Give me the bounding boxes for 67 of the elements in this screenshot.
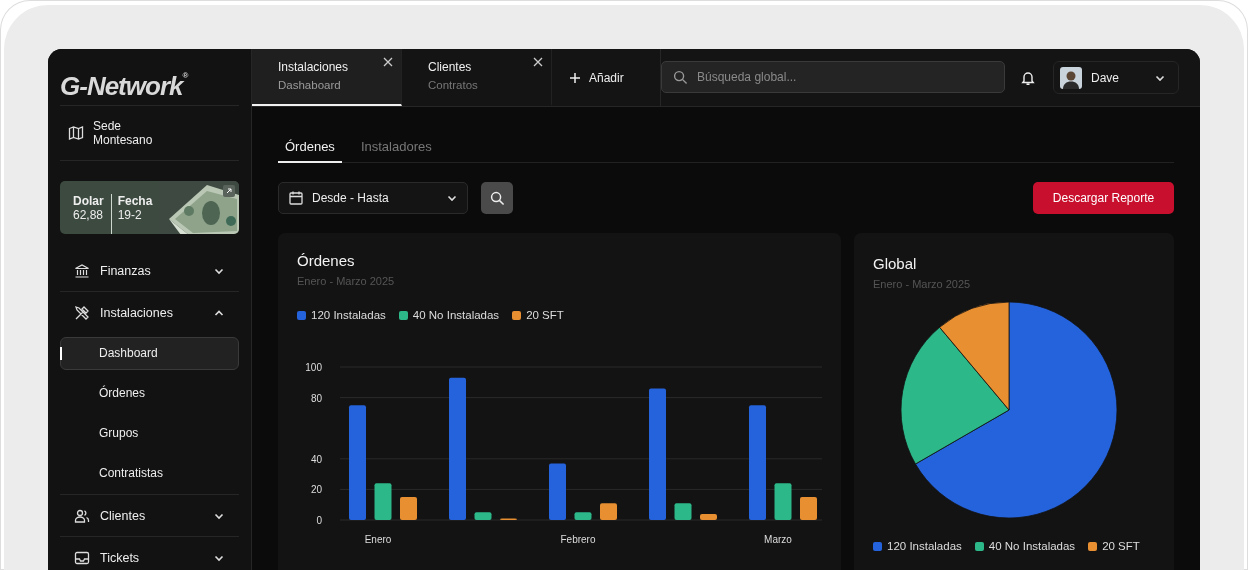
search-field[interactable]: Búsqueda global... bbox=[661, 61, 1005, 93]
axis-tick-label: Febrero bbox=[560, 534, 596, 545]
bar bbox=[474, 512, 492, 520]
logo: G-Network$^{®}$ bbox=[60, 71, 189, 103]
map-icon bbox=[68, 125, 84, 141]
card-subtitle: Enero - Marzo 2025 bbox=[297, 275, 396, 287]
nav-item[interactable]: Finanzas bbox=[60, 250, 239, 291]
nav-item[interactable]: Clientes bbox=[60, 495, 239, 536]
tools-icon bbox=[74, 304, 90, 321]
card-title: Órdenes bbox=[297, 252, 356, 269]
users-icon bbox=[74, 507, 90, 524]
axis-tick-label: 20 bbox=[310, 484, 322, 496]
legend-label: 20 SFT bbox=[1102, 540, 1140, 552]
axis-tick-label: 80 bbox=[310, 392, 322, 404]
nav-subitem[interactable]: Contratistas bbox=[60, 457, 239, 490]
tab[interactable]: Clientes Contratos bbox=[402, 49, 552, 106]
bar bbox=[774, 483, 792, 520]
bar bbox=[600, 503, 617, 520]
nav-item[interactable]: Instalaciones bbox=[60, 292, 239, 333]
plus-icon bbox=[569, 71, 581, 84]
card-title: Global bbox=[873, 255, 918, 272]
bell-icon[interactable] bbox=[1020, 69, 1036, 86]
axis-tick-label: 100 bbox=[305, 362, 322, 373]
nav-subitem[interactable]: Órdenes bbox=[60, 377, 239, 410]
calendar-icon bbox=[288, 190, 304, 206]
bar bbox=[674, 503, 692, 520]
axis-tick-label: 0 bbox=[316, 515, 322, 526]
legend-label: 40 No Instaladas bbox=[988, 540, 1076, 552]
bar bbox=[574, 512, 592, 520]
rate-label: Dolar bbox=[73, 194, 104, 208]
tab[interactable]: Instalaciones Dashaboard bbox=[252, 49, 402, 106]
rate-value: 62,88 bbox=[73, 208, 104, 222]
legend-label: 20 SFT bbox=[526, 309, 564, 321]
legend-label: 120 Instaladas bbox=[311, 309, 386, 321]
close-icon[interactable] bbox=[533, 57, 543, 67]
legend-label: 120 Instaladas bbox=[887, 540, 962, 552]
bar bbox=[549, 463, 566, 520]
nav-subitem[interactable]: Grupos bbox=[60, 417, 239, 450]
date-range-dropdown[interactable]: Desde - Hasta bbox=[278, 182, 468, 214]
download-report-button[interactable]: Descargar Reporte bbox=[1033, 182, 1174, 214]
rate-value: 19-2 bbox=[117, 208, 143, 222]
card-subtitle: Enero - Marzo 2025 bbox=[873, 278, 972, 290]
nav-subitem[interactable]: Dashboard bbox=[60, 337, 239, 370]
bar bbox=[800, 497, 817, 520]
avatar-icon bbox=[1060, 66, 1082, 89]
subtab[interactable]: Órdenes bbox=[278, 133, 342, 163]
rate-label: Fecha bbox=[117, 194, 153, 208]
subtab[interactable]: Instaladores bbox=[353, 133, 439, 163]
location-label: Sede bbox=[93, 119, 123, 133]
legend-label: 40 No Instaladas bbox=[412, 309, 500, 321]
bar bbox=[400, 497, 417, 520]
search-icon bbox=[673, 70, 688, 85]
axis-tick-label: Enero bbox=[364, 534, 392, 545]
user-menu[interactable]: Dave bbox=[1053, 61, 1179, 94]
location-name: Montesano bbox=[93, 133, 153, 147]
inbox-icon bbox=[74, 549, 90, 566]
nav-item[interactable]: Tickets bbox=[60, 537, 239, 570]
expand-icon[interactable] bbox=[223, 185, 235, 197]
bar bbox=[700, 513, 717, 520]
rate-card[interactable]: Dolar 62,88 Fecha 19-2 bbox=[60, 181, 239, 234]
close-icon[interactable] bbox=[383, 57, 393, 67]
axis-tick-label: 40 bbox=[310, 453, 322, 465]
axis-tick-label: Marzo bbox=[764, 534, 792, 545]
bank-icon bbox=[74, 262, 90, 279]
search-icon bbox=[489, 190, 505, 206]
search-button[interactable] bbox=[481, 182, 513, 214]
bar bbox=[374, 483, 392, 520]
